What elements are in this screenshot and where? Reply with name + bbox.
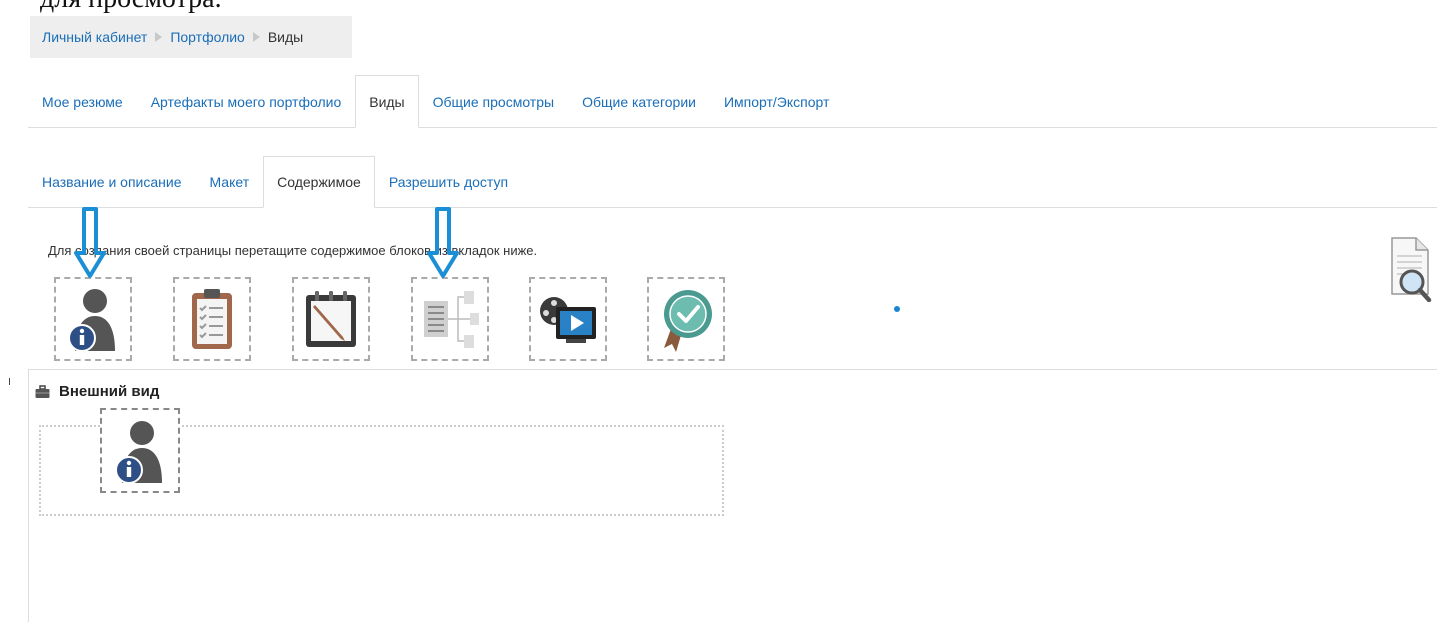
palette-block-tree-diagram[interactable] [411,277,489,361]
marker-dot [894,306,900,312]
content-instructions: Для создания своей страницы перетащите с… [48,243,538,258]
breadcrumb-item-dashboard[interactable]: Личный кабинет [42,29,147,45]
palette-block-checklist[interactable] [173,277,251,361]
profile-info-icon [115,420,162,484]
clipboard-checklist-icon [192,289,232,349]
dragged-profile-info-block[interactable] [100,408,180,493]
profile-info-icon [68,289,115,352]
main-tabs: Мое резюме Артефакты моего портфолио Вид… [28,75,843,128]
breadcrumb-separator-icon [155,32,163,42]
palette-block-badge[interactable] [647,277,725,361]
palette-block-video[interactable] [529,277,607,361]
palette-block-notepad[interactable] [292,277,370,361]
tab-views[interactable]: Виды [355,75,419,128]
film-video-icon [540,297,596,343]
tab-import-export[interactable]: Импорт/Экспорт [710,75,843,128]
briefcase-icon [35,384,50,398]
edge-marker [9,378,10,385]
tab-shared-views[interactable]: Общие просмотры [419,75,568,128]
breadcrumb-separator-icon [252,32,260,42]
tab-my-resume[interactable]: Мое резюме [28,75,137,128]
notepad-pen-icon [306,291,356,347]
tab-share-access[interactable]: Разрешить доступ [375,156,522,208]
tab-title-description[interactable]: Название и описание [28,156,195,208]
annotation-arrow-down-icon [74,207,106,278]
cropped-heading-text: для просмотра. [40,0,222,14]
section-heading: Внешний вид [35,383,159,400]
tab-content[interactable]: Содержимое [263,156,375,208]
tab-shared-categories[interactable]: Общие категории [568,75,710,128]
section-heading-label: Внешний вид [59,383,160,400]
annotation-arrow-down-icon [427,207,459,278]
tab-layout[interactable]: Макет [195,156,263,208]
tab-portfolio-artefacts[interactable]: Артефакты моего портфолио [137,75,356,128]
sub-tabs: Название и описание Макет Содержимое Раз… [28,156,522,208]
tree-diagram-icon [424,291,479,348]
badge-check-icon [664,290,712,352]
breadcrumb-item-views: Виды [267,29,304,45]
palette-block-profile-info[interactable] [54,277,132,361]
breadcrumb: Личный кабинет Портфолио Виды [30,16,352,58]
preview-search-icon[interactable] [1388,236,1432,302]
breadcrumb-item-portfolio[interactable]: Портфолио [170,29,245,45]
